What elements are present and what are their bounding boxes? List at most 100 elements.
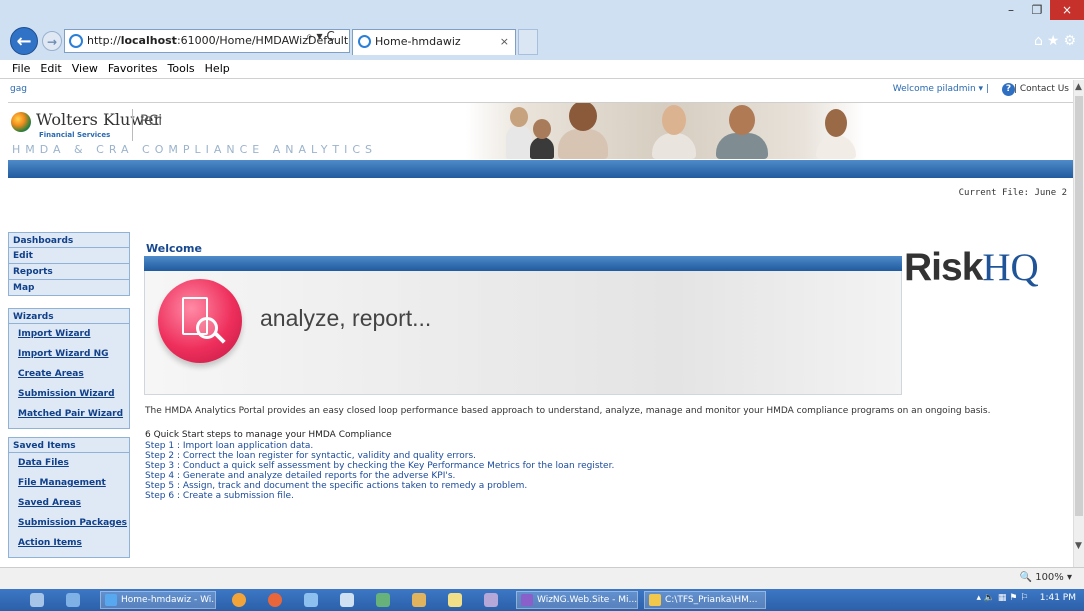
web-page: gag Welcome piladmin ▾ | ? | Contact Us … xyxy=(0,80,1073,567)
window-controls: – ❐ × xyxy=(998,0,1084,22)
analyze-report-icon xyxy=(158,279,242,363)
save-icon[interactable] xyxy=(340,593,354,607)
app-icon[interactable] xyxy=(412,593,426,607)
menu-view[interactable]: View xyxy=(67,60,103,75)
menu-help[interactable]: Help xyxy=(200,60,235,75)
status-bar: 🔍 100% ▾ xyxy=(0,567,1084,589)
file-explorer-icon[interactable] xyxy=(30,593,44,607)
link-submission-wizard[interactable]: Submission Wizard xyxy=(9,386,129,406)
forward-arrow-icon: → xyxy=(46,35,58,49)
home-favorites-settings-icon[interactable]: ⌂★⚙ xyxy=(1034,33,1080,49)
brand-subtitle: Financial Services xyxy=(39,131,111,139)
separator: | xyxy=(985,84,989,94)
riskhq-logo-b: HQ xyxy=(982,246,1039,289)
person-figure xyxy=(652,105,696,159)
riskhq-logo-a: Risk xyxy=(904,246,983,289)
tray-icons[interactable]: ▴ 🔈 ▦ ⚑ ⚐ xyxy=(976,593,1028,603)
welcome-user-menu[interactable]: Welcome piladmin ▾ | xyxy=(893,84,989,94)
task-visual-studio[interactable]: WizNG.Web.Site - Mi... xyxy=(516,591,638,609)
link-import-wizard-ng[interactable]: Import Wizard NG xyxy=(9,346,129,366)
link-submission-packages[interactable]: Submission Packages xyxy=(9,515,129,535)
new-tab-button[interactable] xyxy=(518,29,538,55)
scroll-down-icon[interactable]: ▼ xyxy=(1075,541,1082,551)
step-item: Step 2 : Correct the loan register for s… xyxy=(145,451,477,461)
header-blue-bar xyxy=(8,160,1073,178)
sidebar-item-reports[interactable]: Reports xyxy=(8,264,130,280)
link-file-management[interactable]: File Management xyxy=(9,475,129,495)
task-label: C:\TFS_Prianka\HM... xyxy=(665,595,758,605)
wizards-heading: Wizards xyxy=(8,308,130,324)
sidebar-item-edit[interactable]: Edit xyxy=(8,248,130,264)
back-arrow-icon: ← xyxy=(16,31,32,52)
address-prefix: http:// xyxy=(87,34,121,47)
menu-file[interactable]: File xyxy=(0,60,35,75)
scroll-thumb[interactable] xyxy=(1075,96,1083,516)
task-label: WizNG.Web.Site - Mi... xyxy=(537,595,638,605)
chrome-icon[interactable] xyxy=(232,593,246,607)
scroll-up-icon[interactable]: ▲ xyxy=(1075,82,1082,92)
product-name: PCi xyxy=(140,113,163,129)
quick-start-steps: Step 1 : Import loan application data. S… xyxy=(145,441,614,501)
minimize-button[interactable]: – xyxy=(998,0,1024,20)
sidebar-item-map[interactable]: Map xyxy=(8,280,130,296)
restore-button[interactable]: ❐ xyxy=(1024,0,1050,20)
link-import-wizard[interactable]: Import Wizard xyxy=(9,326,129,346)
windows-taskbar: Home-hmdawiz - Wi... WizNG.Web.Site - Mi… xyxy=(0,589,1084,611)
person-figure xyxy=(506,107,532,159)
page-scrollbar[interactable]: ▲ ▼ xyxy=(1073,80,1084,567)
tab-title: Home-hmdawiz xyxy=(375,35,461,48)
ie-task-icon xyxy=(105,594,117,606)
tab-close-icon[interactable]: × xyxy=(500,30,509,54)
back-button[interactable]: ← xyxy=(10,27,38,55)
close-window-button[interactable]: × xyxy=(1050,0,1084,20)
app-icon[interactable] xyxy=(484,593,498,607)
address-search-refresh-icon[interactable]: ⌕ ▾ C xyxy=(306,29,335,44)
notes-icon[interactable] xyxy=(448,593,462,607)
system-tray: ▴ 🔈 ▦ ⚑ ⚐ 1:41 PM xyxy=(976,593,1076,603)
banner-text: analyze, report... xyxy=(260,305,432,331)
link-matched-pair-wizard[interactable]: Matched Pair Wizard xyxy=(9,406,129,426)
task-folder[interactable]: C:\TFS_Prianka\HM... xyxy=(644,591,766,609)
powershell-icon[interactable] xyxy=(66,593,80,607)
link-action-items[interactable]: Action Items xyxy=(9,535,129,555)
wizards-group: Wizards Import Wizard Import Wizard NG C… xyxy=(8,308,130,429)
person-figure xyxy=(716,105,768,159)
link-data-files[interactable]: Data Files xyxy=(9,455,129,475)
sidebar-nav: Dashboards Edit Reports Map Wizards Impo… xyxy=(8,232,130,564)
person-figure xyxy=(530,119,554,159)
logo-divider xyxy=(132,109,133,141)
zoom-control[interactable]: 🔍 100% ▾ xyxy=(1020,572,1072,583)
menu-tools[interactable]: Tools xyxy=(163,60,200,75)
menu-edit[interactable]: Edit xyxy=(35,60,66,75)
address-host: localhost xyxy=(120,34,177,47)
wizards-list: Import Wizard Import Wizard NG Create Ar… xyxy=(8,324,130,429)
step-item: Step 1 : Import loan application data. xyxy=(145,441,314,451)
menu-favorites[interactable]: Favorites xyxy=(103,60,163,75)
clock[interactable]: 1:41 PM xyxy=(1040,593,1076,603)
ie-page-icon xyxy=(69,34,83,48)
sidebar-item-dashboards[interactable]: Dashboards xyxy=(8,232,130,248)
saved-items-group: Saved Items Data Files File Management S… xyxy=(8,437,130,558)
link-saved-areas[interactable]: Saved Areas xyxy=(9,495,129,515)
step-item: Step 4 : Generate and analyze detailed r… xyxy=(145,471,456,481)
menu-bar: File Edit View Favorites Tools Help xyxy=(0,60,1084,79)
saved-items-list: Data Files File Management Saved Areas S… xyxy=(8,453,130,558)
firefox-icon[interactable] xyxy=(268,593,282,607)
forward-button[interactable]: → xyxy=(42,31,62,51)
task-internet-explorer[interactable]: Home-hmdawiz - Wi... xyxy=(100,591,216,609)
ie-tab-icon xyxy=(358,35,371,48)
contact-us-link[interactable]: | Contact Us xyxy=(1014,84,1069,94)
separator: | xyxy=(1013,84,1017,94)
page-title: Welcome xyxy=(146,242,202,255)
app-icon[interactable] xyxy=(376,593,390,607)
link-create-areas[interactable]: Create Areas xyxy=(9,366,129,386)
browser-tab[interactable]: Home-hmdawiz × xyxy=(352,29,516,55)
main-nav-group: Dashboards Edit Reports Map xyxy=(8,232,130,296)
gag-link[interactable]: gag xyxy=(10,84,27,94)
browser-chrome: – ❐ × ← → http://localhost:61000/Home/HM… xyxy=(0,0,1084,60)
wk-globe-icon xyxy=(11,112,31,132)
search-icon[interactable] xyxy=(304,593,318,607)
welcome-banner: analyze, report... xyxy=(144,271,902,395)
riskhq-logo: RiskHQ xyxy=(904,245,1039,290)
current-file-label: Current File: June 2 xyxy=(958,188,1067,198)
